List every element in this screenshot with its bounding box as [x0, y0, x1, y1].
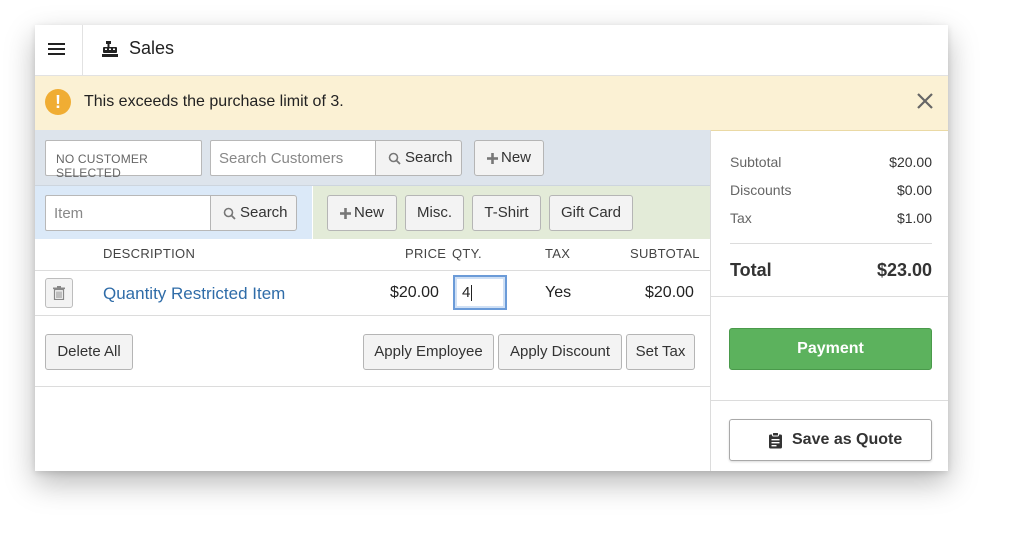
apply-employee-button[interactable]: Apply Employee	[363, 334, 494, 370]
apply-discount-button[interactable]: Apply Discount	[498, 334, 622, 370]
clipboard-icon	[769, 432, 782, 449]
tshirt-item-label: T-Shirt	[484, 204, 529, 221]
section-divider	[711, 296, 948, 297]
new-item-label: New	[354, 204, 385, 221]
delete-all-button[interactable]: Delete All	[45, 334, 133, 370]
header-qty: QTY.	[452, 246, 482, 261]
total-label: Total	[730, 260, 772, 280]
customer-search-button[interactable]: Search	[375, 140, 462, 176]
alert-message: This exceeds the purchase limit of 3.	[84, 93, 344, 110]
page-title: Sales	[129, 38, 175, 58]
quantity-input[interactable]: 4	[453, 275, 507, 310]
exclamation-icon: !	[45, 89, 71, 115]
warning-alert: ! This exceeds the purchase limit of 3.	[35, 76, 948, 131]
discounts-label: Discounts	[730, 182, 792, 198]
top-bar: Sales	[35, 25, 948, 76]
plus-icon	[487, 153, 498, 164]
customer-selected-label: NO CUSTOMER SELECTED	[56, 152, 148, 180]
section-divider	[711, 400, 948, 401]
header-price: PRICE	[405, 246, 447, 261]
save-as-quote-button[interactable]: Save as Quote	[729, 419, 932, 461]
table-row: Quantity Restricted Item $20.00 4 Yes $2…	[35, 271, 710, 316]
tax-value: $1.00	[896, 210, 932, 226]
summary-pane: Subtotal $20.00 Discounts $0.00 Tax $1.0…	[711, 130, 948, 471]
new-customer-label: New	[501, 149, 532, 166]
item-search-area: Item Search	[35, 186, 312, 239]
gift-card-button[interactable]: Gift Card	[549, 195, 633, 231]
close-icon[interactable]	[914, 90, 936, 112]
misc-item-button[interactable]: Misc.	[405, 195, 464, 231]
item-search-label: Search	[240, 204, 288, 221]
subtotal-label: Subtotal	[730, 154, 782, 170]
set-tax-button[interactable]: Set Tax	[626, 334, 695, 370]
sale-pane: NO CUSTOMER SELECTED Search Customers Se…	[35, 130, 711, 471]
customer-search-label: Search	[405, 149, 453, 166]
quick-items-area: New Misc. T-Shirt Gift Card	[313, 186, 710, 239]
summary-divider	[730, 243, 932, 244]
payment-button[interactable]: Payment	[729, 328, 932, 370]
quantity-value: 4	[462, 284, 471, 301]
customer-search-input[interactable]: Search Customers	[210, 140, 376, 176]
delete-line-button[interactable]	[45, 278, 73, 308]
gift-card-label: Gift Card	[560, 204, 621, 221]
search-icon	[223, 207, 236, 220]
plus-icon	[340, 208, 351, 219]
delete-all-label: Delete All	[57, 343, 121, 360]
tshirt-item-button[interactable]: T-Shirt	[472, 195, 541, 231]
item-description-link[interactable]: Quantity Restricted Item	[103, 284, 285, 304]
trash-icon	[53, 286, 65, 300]
new-item-button[interactable]: New	[327, 195, 397, 231]
item-tax: Yes	[545, 284, 572, 301]
apply-discount-label: Apply Discount	[509, 343, 611, 360]
header-tax: TAX	[545, 246, 571, 261]
discounts-value: $0.00	[896, 182, 932, 198]
item-subtotal: $20.00	[645, 284, 694, 301]
tax-label: Tax	[730, 210, 752, 226]
item-search-input[interactable]: Item	[45, 195, 211, 231]
subtotal-value: $20.00	[889, 154, 932, 170]
actions-row: Delete All Apply Employee Apply Discount…	[35, 316, 710, 387]
customer-row: NO CUSTOMER SELECTED Search Customers Se…	[35, 130, 710, 186]
item-entry-row: Item Search New Misc. T-Shirt Gift Card	[35, 186, 710, 239]
customer-search-placeholder: Search Customers	[219, 150, 344, 167]
header-subtotal: SUBTOTAL	[630, 246, 700, 261]
total-value: $23.00	[876, 260, 932, 280]
misc-item-label: Misc.	[417, 204, 452, 221]
cash-register-icon	[102, 41, 118, 57]
search-icon	[388, 152, 401, 165]
table-header: DESCRIPTION PRICE QTY. TAX SUBTOTAL	[35, 239, 710, 271]
new-customer-button[interactable]: New	[474, 140, 544, 176]
customer-selected-box[interactable]: NO CUSTOMER SELECTED	[45, 140, 202, 180]
save-as-quote-label: Save as Quote	[792, 431, 903, 448]
apply-employee-label: Apply Employee	[374, 343, 483, 360]
item-search-placeholder: Item	[54, 205, 84, 222]
hamburger-icon[interactable]	[35, 25, 83, 75]
item-price: $20.00	[390, 284, 439, 301]
header-description: DESCRIPTION	[103, 246, 196, 261]
set-tax-label: Set Tax	[635, 343, 686, 360]
sales-window: Sales ! This exceeds the purchase limit …	[35, 25, 948, 471]
item-search-button[interactable]: Search	[210, 195, 297, 231]
